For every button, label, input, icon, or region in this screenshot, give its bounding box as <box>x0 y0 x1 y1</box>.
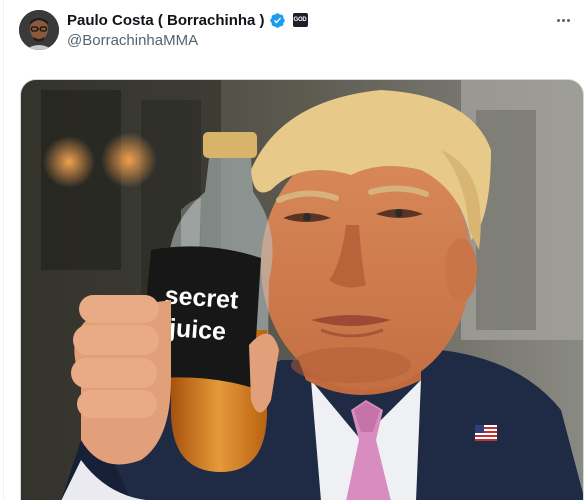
more-horizontal-icon <box>556 18 560 22</box>
divider <box>3 0 4 500</box>
author-display-name[interactable]: Paulo Costa ( Borrachinha ) <box>67 12 265 29</box>
verified-badge-icon <box>269 12 286 29</box>
author-avatar[interactable] <box>19 10 59 50</box>
tweet-header: Paulo Costa ( Borrachinha ) GOD @Borrach… <box>67 10 545 50</box>
bottle-label-line2: juice <box>167 314 227 346</box>
bottle-label-line1: secret <box>164 281 240 314</box>
affiliate-badge[interactable]: GOD <box>292 13 308 27</box>
tweet[interactable]: Paulo Costa ( Borrachinha ) GOD @Borrach… <box>0 0 585 500</box>
tweet-media-image[interactable]: secret juice <box>20 79 584 500</box>
author-name-row: Paulo Costa ( Borrachinha ) GOD <box>67 10 545 30</box>
author-handle[interactable]: @BorrachinhaMMA <box>67 31 545 51</box>
more-options-button[interactable] <box>553 12 573 28</box>
